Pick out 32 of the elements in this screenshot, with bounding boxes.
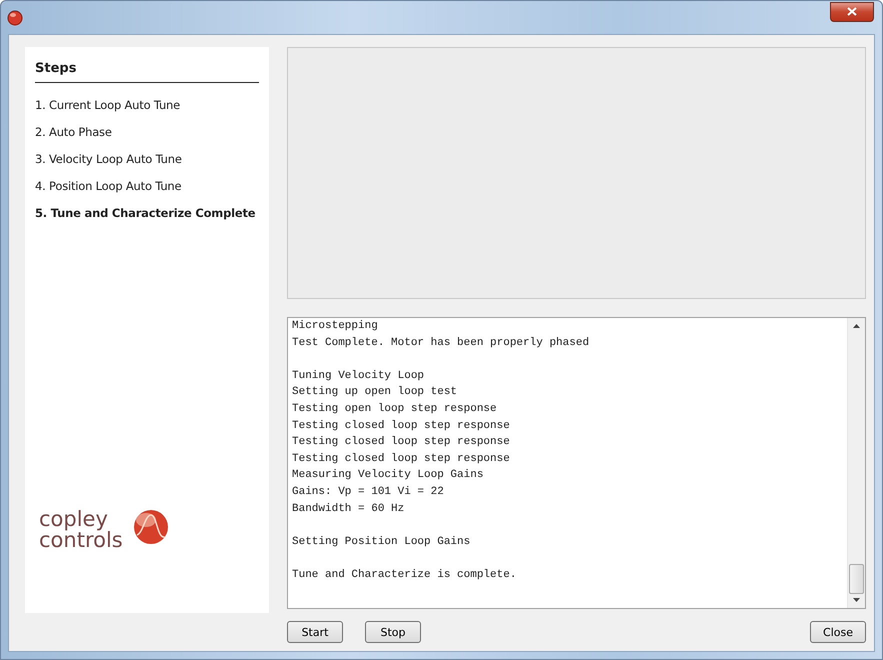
step-item: 1. Current Loop Auto Tune xyxy=(35,97,181,114)
action-button[interactable]: Stop xyxy=(365,621,421,643)
log-line: Tune and Characterize is complete. xyxy=(292,568,518,583)
log-line: Microstepping xyxy=(292,319,379,334)
step-item: 5. Tune and Characterize Complete xyxy=(35,205,256,222)
close-dialog-button[interactable]: Close xyxy=(810,621,866,643)
scroll-up-icon xyxy=(853,324,860,328)
log-line: Measuring Velocity Loop Gains xyxy=(292,468,484,484)
log-line: Testing open loop step response xyxy=(292,402,498,417)
step-item: 4. Position Loop Auto Tune xyxy=(35,178,182,195)
step-item: 3. Velocity Loop Auto Tune xyxy=(35,151,183,168)
log-line: Gains: Vp = 101 Vi = 22 xyxy=(292,484,445,500)
logo-text: controls xyxy=(39,530,123,551)
log-line: Testing closed loop step response xyxy=(292,452,511,467)
log-line: Setting Position Loop Gains xyxy=(292,534,472,550)
action-button[interactable]: Start xyxy=(287,621,343,643)
close-icon xyxy=(847,7,857,16)
logo-icon xyxy=(132,509,169,545)
log-line: Bandwidth = 60 Hz xyxy=(292,502,406,517)
scroll-down-icon xyxy=(853,598,860,602)
step-item: 2. Auto Phase xyxy=(35,124,113,141)
log-line: Testing closed loop step response xyxy=(292,435,511,450)
scrollbar[interactable] xyxy=(847,318,865,608)
close-button[interactable] xyxy=(830,2,874,22)
steps-title: Steps xyxy=(35,61,259,83)
log-line: Tuning Velocity Loop xyxy=(292,368,426,384)
log-line: Setting up open loop test xyxy=(292,385,458,400)
scroll-thumb[interactable] xyxy=(849,564,864,594)
logo-text: copley xyxy=(39,509,109,530)
log-line: Testing closed loop step response xyxy=(292,418,511,434)
app-icon xyxy=(7,10,23,26)
log-line: Test Complete. Motor has been properly phased xyxy=(292,336,590,351)
